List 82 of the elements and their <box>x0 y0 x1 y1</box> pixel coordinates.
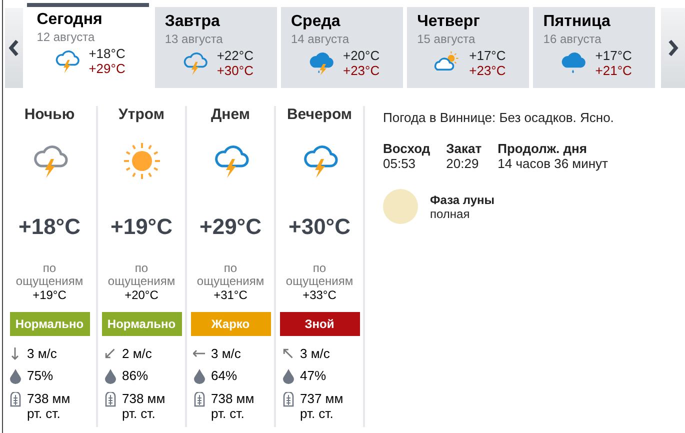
feels-like-label: по ощущениям <box>196 262 266 288</box>
feels-like-value: +31°C <box>214 288 248 302</box>
comfort-badge: Жарко <box>190 312 270 336</box>
feels-like-label: по ощущениям <box>284 262 354 288</box>
comfort-badge: Нормально <box>102 312 182 336</box>
feels-like-label: по ощущениям <box>14 262 84 288</box>
day-date: 14 августа <box>290 32 350 46</box>
min-temperature: +18°C <box>88 46 126 61</box>
max-temperature: +23°C <box>469 63 506 78</box>
day-name: Пятница <box>543 13 612 31</box>
day-date: 12 августа <box>36 30 96 44</box>
day-tab[interactable]: Завтра 13 августа +22°C +30°C <box>154 7 277 88</box>
comfort-badge: Зной <box>280 312 360 336</box>
feels-like-value: +20°C <box>124 288 158 302</box>
feels-like-label: по ощущениям <box>106 262 176 288</box>
wind-arrow-icon <box>104 347 116 360</box>
pressure: 738 мм рт. ст. <box>211 391 256 421</box>
sun-icon <box>122 142 162 180</box>
min-temperature: +17°C <box>595 48 632 63</box>
day-name: Сегодня <box>36 11 104 29</box>
temperature: +18°C <box>18 214 80 240</box>
pressure: 738 мм рт. ст. <box>27 391 72 421</box>
period-name: Утром <box>118 106 164 125</box>
sun-label: Закат <box>446 141 482 156</box>
sun-label: Продолж. дня <box>498 141 588 156</box>
sun-value: 14 часов 36 минут <box>498 156 608 171</box>
humidity: 47% <box>300 368 326 383</box>
pressure: 738 мм рт. ст. <box>122 391 166 421</box>
max-temperature: +23°C <box>342 63 380 78</box>
barometer-icon <box>10 392 20 407</box>
day-name: Завтра <box>164 13 221 31</box>
wind-speed: 3 м/с <box>27 346 57 361</box>
moon-phase-label: Фаза луны <box>430 193 495 207</box>
humidity: 75% <box>27 368 54 383</box>
period-name: Вечером <box>286 106 352 125</box>
max-temperature: +30°C <box>216 63 254 78</box>
period-name: Ночью <box>24 106 75 125</box>
max-temperature: +21°C <box>595 63 632 78</box>
day-date: 16 августа <box>543 32 602 46</box>
chevron-left-icon <box>8 39 19 57</box>
wind-speed: 3 м/с <box>211 346 241 361</box>
sun-value: 20:29 <box>446 156 480 171</box>
barometer-icon <box>194 392 204 407</box>
max-temperature: +29°C <box>88 61 126 76</box>
day-name: Среда <box>290 13 342 31</box>
feels-like-value: +19°C <box>32 288 66 302</box>
wind-arrow-icon <box>282 347 294 360</box>
wind-speed: 3 м/с <box>300 346 330 361</box>
wind-speed: 2 м/с <box>122 346 152 361</box>
temperature: +19°C <box>110 214 172 240</box>
min-temperature: +17°C <box>469 48 506 63</box>
day-tab[interactable]: Четверг 15 августа +17°C +23°C <box>407 7 530 88</box>
humidity: 86% <box>122 368 148 383</box>
temperature: +30°C <box>288 214 350 240</box>
sun-value: 05:53 <box>383 156 417 171</box>
pressure: 737 мм рт. ст. <box>300 391 344 421</box>
wind-arrow-icon <box>9 347 21 360</box>
drop-icon <box>194 369 204 384</box>
day-name: Четверг <box>417 13 481 31</box>
min-temperature: +20°C <box>342 48 380 63</box>
barometer-icon <box>104 392 116 407</box>
day-tab[interactable]: Среда 14 августа +20°C +23°C <box>280 7 404 88</box>
comfort-badge: Нормально <box>10 312 90 336</box>
temperature: +29°C <box>199 214 262 240</box>
period-name: Днем <box>211 106 250 125</box>
previous-button[interactable] <box>5 8 23 88</box>
feels-like-value: +33°C <box>302 288 336 302</box>
day-date: 13 августа <box>164 32 224 46</box>
drop-icon <box>10 369 20 384</box>
day-tab[interactable]: Пятница 16 августа +17°C +21°C <box>533 7 656 88</box>
sun-label: Восход <box>383 141 430 156</box>
humidity: 64% <box>211 368 238 383</box>
weather-summary: Погода в Виннице: Без осадков. Ясно. <box>383 110 614 125</box>
moon-phase-value: полная <box>430 207 471 221</box>
chevron-right-icon <box>667 39 680 57</box>
drop-icon <box>282 369 294 384</box>
barometer-icon <box>282 392 294 407</box>
drop-icon <box>104 369 116 384</box>
next-button[interactable] <box>661 8 685 88</box>
day-date: 15 августа <box>417 32 476 46</box>
moon-icon <box>383 189 418 224</box>
min-temperature: +22°C <box>216 48 254 63</box>
